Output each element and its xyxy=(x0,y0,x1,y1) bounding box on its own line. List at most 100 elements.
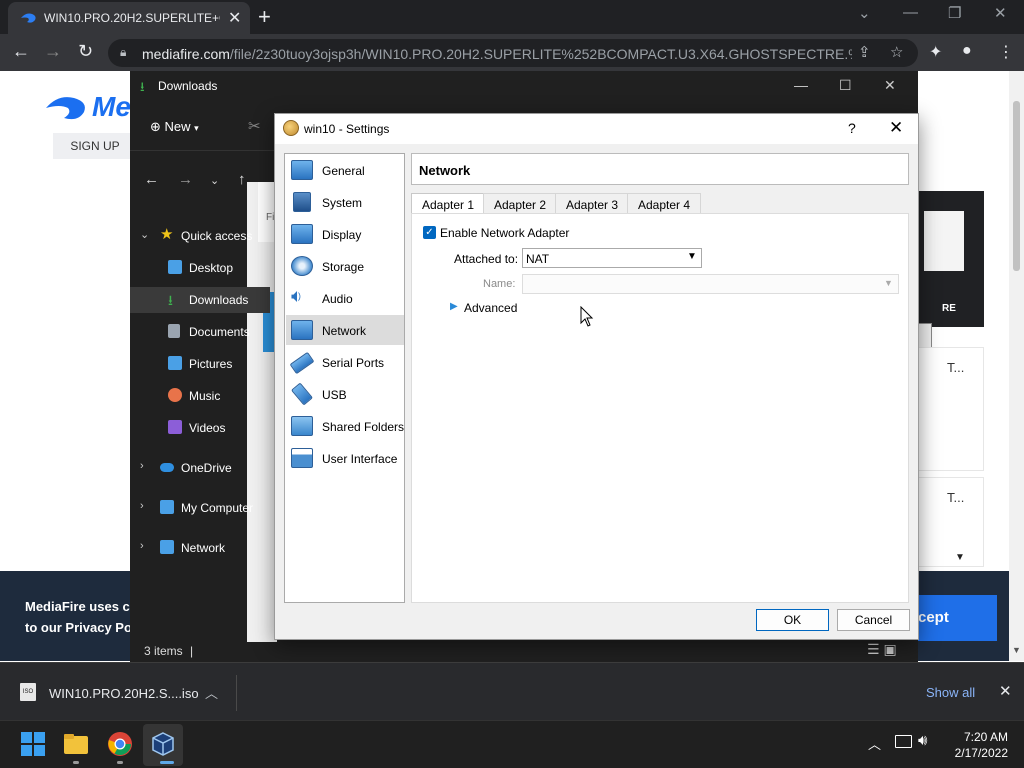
expand-chevron-icon[interactable]: › xyxy=(140,540,144,552)
sidebar-item-label: Desktop xyxy=(189,261,234,275)
tab-adapter-2[interactable]: Adapter 2 xyxy=(483,193,558,214)
name-label: Name: xyxy=(483,278,516,290)
show-hidden-icons-chevron-icon[interactable]: ︿ xyxy=(868,734,881,753)
restore-icon[interactable]: ❐ xyxy=(948,4,961,22)
expand-triangle-icon[interactable]: ▶ xyxy=(450,301,458,312)
virtualbox-taskbar-icon[interactable] xyxy=(150,731,176,757)
download-file-name[interactable]: WIN10.PRO.20H2.S....iso xyxy=(49,686,199,701)
expand-chevron-icon[interactable]: › xyxy=(140,500,144,512)
help-question-icon[interactable]: ? xyxy=(848,120,856,136)
side-dropdown-arrow-icon[interactable]: ▼ xyxy=(955,552,965,563)
new-button[interactable]: ⊕ New ▾ xyxy=(150,119,199,135)
explorer-maximize-icon[interactable]: ☐ xyxy=(839,77,852,94)
profile-avatar-icon[interactable]: ● xyxy=(962,42,972,60)
expand-chevron-icon[interactable]: › xyxy=(140,460,144,472)
side-list-item-2[interactable]: T... ▼ xyxy=(918,477,984,567)
computer-icon xyxy=(160,500,174,514)
bookmark-star-icon[interactable]: ☆ xyxy=(890,43,903,61)
advanced-toggle-label[interactable]: Advanced xyxy=(464,301,517,315)
windows-start-icon[interactable] xyxy=(20,731,46,757)
category-network[interactable]: Network xyxy=(286,315,404,345)
virtualbox-app-icon xyxy=(283,120,299,136)
network-monitor-icon xyxy=(291,320,313,340)
minimize-icon[interactable]: — xyxy=(903,4,918,21)
sidebar-item-documents[interactable]: Documents xyxy=(130,319,270,345)
browser-tab[interactable]: WIN10.PRO.20H2.SUPERLITE+CO ✕ xyxy=(8,2,250,34)
new-tab-plus-icon[interactable]: + xyxy=(258,4,271,30)
view-toggle-icons[interactable]: ☰ ▣ xyxy=(867,641,897,658)
address-bar[interactable]: 🔒︎ mediafire.com/file/2z30tuoy3ojsp3h/WI… xyxy=(108,39,918,67)
sign-up-button[interactable]: SIGN UP xyxy=(53,133,137,159)
tab-close-icon[interactable]: ✕ xyxy=(228,8,241,28)
chrome-menu-icon[interactable]: ⋮ xyxy=(998,42,1014,62)
sidebar-item-music[interactable]: Music xyxy=(130,383,270,409)
side-list-item-1[interactable]: T... xyxy=(918,347,984,471)
close-window-icon[interactable]: ✕ xyxy=(994,4,1007,22)
explorer-close-icon[interactable]: ✕ xyxy=(884,77,896,94)
desktop-icon xyxy=(168,260,182,274)
explorer-forward-icon[interactable]: → xyxy=(178,171,193,188)
enable-adapter-checkbox[interactable]: ✓ xyxy=(423,226,436,239)
vm-settings-dialog: win10 - Settings ? ✕ General System Disp… xyxy=(274,113,919,640)
file-explorer-taskbar-icon[interactable] xyxy=(63,731,89,757)
show-all-downloads-link[interactable]: Show all xyxy=(926,685,975,700)
scrollbar-thumb[interactable] xyxy=(1013,101,1020,271)
sidebar-item-desktop[interactable]: Desktop xyxy=(130,255,270,281)
category-user-interface[interactable]: User Interface xyxy=(286,443,404,473)
extensions-puzzle-icon[interactable]: ✦ xyxy=(929,42,942,62)
explorer-up-icon[interactable]: ↑ xyxy=(238,171,246,188)
category-usb[interactable]: USB xyxy=(286,379,404,409)
category-general[interactable]: General xyxy=(286,155,404,185)
tab-adapter-4[interactable]: Adapter 4 xyxy=(627,193,702,214)
details-view-icon[interactable]: ☰ xyxy=(867,641,880,657)
page-scrollbar[interactable]: ▼ xyxy=(1009,71,1024,661)
sidebar-item-downloads[interactable]: ⭳ Downloads xyxy=(130,287,270,313)
ok-button[interactable]: OK xyxy=(756,609,829,631)
forward-arrow-icon[interactable]: → xyxy=(44,41,62,62)
explorer-back-icon[interactable]: ← xyxy=(144,171,159,188)
cut-scissors-icon[interactable]: ✂ xyxy=(248,117,261,135)
sidebar-item-network[interactable]: › Network xyxy=(130,535,270,561)
scroll-down-icon[interactable]: ▼ xyxy=(1012,645,1021,655)
category-audio[interactable]: 🔉︎ Audio xyxy=(286,283,404,313)
name-select[interactable]: ▼ xyxy=(522,274,899,294)
download-options-chevron-icon[interactable]: ︿ xyxy=(205,683,218,702)
volume-icon[interactable]: 🔊︎ xyxy=(918,732,927,749)
explorer-minimize-icon[interactable]: — xyxy=(794,77,808,93)
tab-adapter-3[interactable]: Adapter 3 xyxy=(555,193,630,214)
network-icon xyxy=(160,540,174,554)
clock-time[interactable]: 7:20 AM xyxy=(958,730,1008,744)
category-storage[interactable]: Storage xyxy=(286,251,404,281)
sidebar-item-videos[interactable]: Videos xyxy=(130,415,270,441)
clock-date[interactable]: 2/17/2022 xyxy=(945,746,1008,760)
network-tray-icon[interactable] xyxy=(895,735,912,748)
sidebar-item-my-computer[interactable]: › My Computer xyxy=(130,495,270,521)
sidebar-item-pictures[interactable]: Pictures xyxy=(130,351,270,377)
sidebar-item-label: Documents xyxy=(189,325,250,339)
category-shared-folders[interactable]: Shared Folders xyxy=(286,411,404,441)
attached-to-select[interactable]: NAT ▼ xyxy=(522,248,702,268)
category-label: Network xyxy=(322,324,367,338)
cancel-button[interactable]: Cancel xyxy=(837,609,910,631)
serial-port-icon xyxy=(289,351,315,375)
category-system[interactable]: System xyxy=(286,187,404,217)
mediafire-logo-text: Me xyxy=(92,91,131,122)
star-icon: ★ xyxy=(160,226,174,243)
back-arrow-icon[interactable]: ← xyxy=(12,41,30,62)
explorer-recent-chevron-icon[interactable]: ⌄ xyxy=(210,174,219,187)
sidebar-item-onedrive[interactable]: › OneDrive xyxy=(130,455,270,481)
category-display[interactable]: Display xyxy=(286,219,404,249)
sidebar-item-label: Videos xyxy=(189,421,226,435)
reload-icon[interactable]: ↻ xyxy=(78,41,93,62)
chrome-taskbar-icon[interactable] xyxy=(107,731,133,757)
tab-search-chevron-icon[interactable]: ⌄ xyxy=(858,4,871,22)
share-icon[interactable]: ⇪ xyxy=(858,43,871,61)
dialog-close-icon[interactable]: ✕ xyxy=(889,118,903,138)
expand-chevron-icon[interactable]: ⌄ xyxy=(140,228,149,241)
category-serial-ports[interactable]: Serial Ports xyxy=(286,347,404,377)
category-label: USB xyxy=(322,388,347,402)
close-shelf-icon[interactable]: ✕ xyxy=(999,682,1012,700)
tab-adapter-1[interactable]: Adapter 1 xyxy=(411,193,486,215)
sidebar-item-quick-access[interactable]: ⌄ ★ Quick access xyxy=(130,223,270,249)
tiles-view-icon[interactable]: ▣ xyxy=(883,641,896,657)
